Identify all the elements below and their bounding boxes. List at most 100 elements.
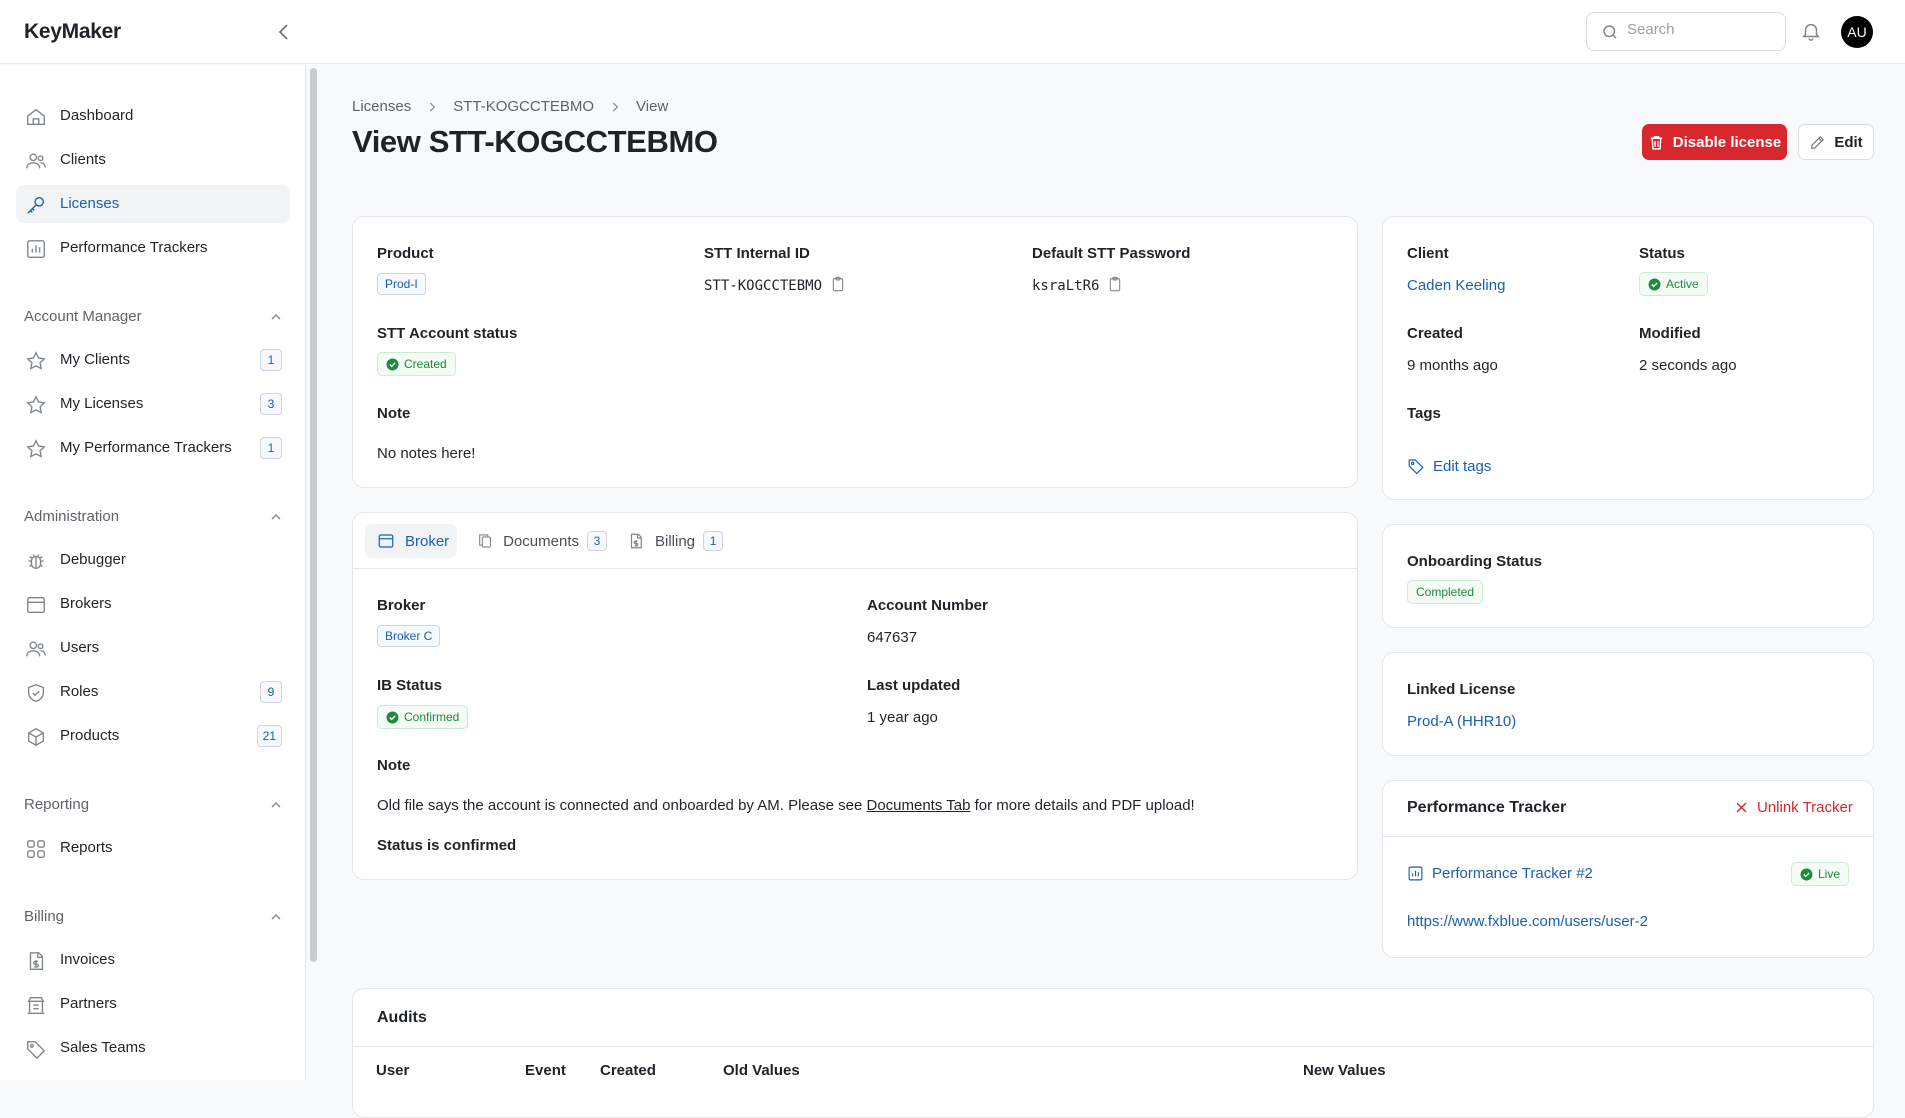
sidebar-scrollbar[interactable] bbox=[310, 68, 317, 962]
tab-documents[interactable]: Documents 3 bbox=[467, 524, 607, 558]
chevron-up-icon bbox=[271, 802, 281, 808]
count-badge: 3 bbox=[260, 393, 282, 415]
copy-icon[interactable] bbox=[1107, 275, 1123, 297]
disable-license-button[interactable]: Disable license bbox=[1642, 124, 1787, 160]
chevron-up-icon bbox=[271, 514, 281, 520]
sidebar-item-debugger[interactable]: Debugger bbox=[16, 541, 290, 579]
copy-icon[interactable] bbox=[830, 275, 846, 297]
chevron-up-icon bbox=[271, 314, 281, 320]
chevron-right-icon bbox=[608, 100, 622, 114]
sidebar-item-invoices[interactable]: Invoices bbox=[16, 941, 290, 979]
sidebar-item-performance-trackers[interactable]: Performance Trackers bbox=[16, 229, 290, 267]
users-icon bbox=[26, 153, 46, 169]
onboarding-status-badge: Completed bbox=[1407, 580, 1484, 604]
sidebar-item-partners[interactable]: Partners bbox=[16, 985, 290, 1023]
sidebar-item-clients[interactable]: Clients bbox=[16, 141, 290, 179]
tab-billing[interactable]: Billing 1 bbox=[617, 524, 727, 558]
tracker-url[interactable]: https://www.fxblue.com/users/user-2 bbox=[1407, 913, 1648, 930]
home-icon bbox=[27, 108, 45, 126]
count-badge: 3 bbox=[587, 531, 607, 551]
collapse-sidebar-button[interactable] bbox=[272, 20, 296, 44]
user-avatar[interactable]: AU bbox=[1841, 16, 1873, 48]
count-badge: 1 bbox=[260, 349, 282, 371]
edit-button[interactable]: Edit bbox=[1798, 124, 1874, 160]
ib-status-badge: Confirmed bbox=[377, 705, 469, 729]
tag-icon bbox=[27, 1040, 46, 1060]
search-input[interactable] bbox=[1627, 21, 1777, 38]
column-header-event[interactable]: Event bbox=[525, 1062, 566, 1079]
search-box[interactable] bbox=[1586, 12, 1786, 51]
section-billing[interactable]: Billing bbox=[24, 905, 284, 929]
breadcrumb-licenses[interactable]: Licenses bbox=[352, 98, 411, 115]
check-circle-icon bbox=[1648, 278, 1661, 290]
tabs-divider bbox=[353, 568, 1357, 569]
audits-card: Audits bbox=[352, 988, 1874, 1118]
client-link[interactable]: Caden Keeling bbox=[1407, 277, 1505, 294]
chart-icon bbox=[1408, 866, 1423, 881]
chevron-left-icon bbox=[278, 24, 288, 40]
account-status-badge: Created bbox=[377, 352, 456, 376]
created-value: 9 months ago bbox=[1407, 357, 1498, 374]
onboarding-card: Onboarding Status Completed bbox=[1382, 524, 1874, 628]
section-administration[interactable]: Administration bbox=[24, 505, 284, 529]
key-icon bbox=[27, 196, 45, 214]
broker-icon bbox=[27, 596, 45, 614]
linked-license-card: Linked License Prod-A (HHR10) bbox=[1382, 652, 1874, 756]
count-badge: 1 bbox=[260, 437, 282, 459]
last-updated: 1 year ago bbox=[867, 709, 938, 726]
sidebar-item-licenses[interactable]: Licenses bbox=[16, 185, 290, 223]
linked-license-link[interactable]: Prod-A (HHR10) bbox=[1407, 713, 1516, 730]
sidebar-item-reports[interactable]: Reports bbox=[16, 829, 290, 867]
sidebar: Dashboard Clients Licenses Performance T… bbox=[0, 65, 306, 1080]
account-number: 647637 bbox=[867, 629, 918, 646]
column-header-old-values[interactable]: Old Values bbox=[723, 1062, 800, 1079]
documents-tab-link[interactable]: Documents Tab bbox=[866, 797, 970, 814]
breadcrumb: Licenses STT-KOGCCTEBMO View bbox=[352, 98, 668, 115]
sidebar-item-products[interactable]: Products 21 bbox=[16, 717, 290, 755]
broker-tabs-card: Broker Documents 3 Billing 1 Broker Brok… bbox=[352, 512, 1358, 880]
internal-id-value: STT-KOGCCTEBMO bbox=[704, 277, 823, 294]
star-icon bbox=[26, 439, 46, 458]
sidebar-item-users[interactable]: Users bbox=[16, 629, 290, 667]
sidebar-item-sales-teams[interactable]: Sales Teams bbox=[16, 1029, 290, 1067]
section-reporting[interactable]: Reporting bbox=[24, 793, 284, 817]
building-icon bbox=[27, 996, 45, 1014]
star-icon bbox=[26, 395, 46, 414]
column-header-created[interactable]: Created bbox=[600, 1062, 656, 1079]
users-icon bbox=[26, 641, 46, 657]
chevron-right-icon bbox=[425, 100, 439, 114]
count-badge: 9 bbox=[260, 681, 282, 703]
breadcrumb-license-id[interactable]: STT-KOGCCTEBMO bbox=[453, 98, 594, 115]
audits-title: Audits bbox=[377, 1009, 427, 1026]
password-value: ksraLtR6 bbox=[1032, 277, 1100, 294]
count-badge: 1 bbox=[703, 531, 724, 551]
close-icon bbox=[1736, 802, 1747, 813]
audits-divider bbox=[353, 1046, 1873, 1047]
documents-icon bbox=[479, 534, 491, 548]
product-badge[interactable]: Prod-I bbox=[377, 273, 426, 295]
shield-icon bbox=[27, 684, 45, 702]
section-account-manager[interactable]: Account Manager bbox=[24, 305, 284, 329]
sidebar-item-my-clients[interactable]: My Clients 1 bbox=[16, 341, 290, 379]
invoice-icon bbox=[29, 952, 44, 970]
sidebar-item-my-performance-trackers[interactable]: My Performance Trackers 1 bbox=[16, 429, 290, 467]
tab-broker[interactable]: Broker bbox=[365, 524, 457, 558]
broker-note: Old file says the account is connected a… bbox=[377, 797, 1195, 814]
unlink-tracker-button[interactable]: Unlink Tracker bbox=[1734, 799, 1853, 816]
edit-tags-button[interactable]: Edit tags bbox=[1407, 457, 1491, 475]
box-icon bbox=[27, 727, 45, 747]
edit-icon bbox=[1811, 135, 1825, 149]
sidebar-item-my-licenses[interactable]: My Licenses 3 bbox=[16, 385, 290, 423]
sidebar-item-dashboard[interactable]: Dashboard bbox=[16, 97, 290, 135]
broker-badge[interactable]: Broker C bbox=[377, 625, 441, 647]
breadcrumb-view: View bbox=[636, 98, 669, 115]
sidebar-item-brokers[interactable]: Brokers bbox=[16, 585, 290, 623]
chevron-up-icon bbox=[271, 914, 281, 920]
column-header-user[interactable]: User bbox=[376, 1062, 409, 1079]
notifications-button[interactable] bbox=[1800, 20, 1822, 47]
column-header-new-values[interactable]: New Values bbox=[1303, 1062, 1386, 1079]
license-info-card: Product Prod-I STT Internal ID STT-KOGCC… bbox=[352, 216, 1358, 488]
page-title: View STT-KOGCCTEBMO bbox=[352, 124, 718, 159]
sidebar-item-roles[interactable]: Roles 9 bbox=[16, 673, 290, 711]
tracker-link[interactable]: Performance Tracker #2 bbox=[1407, 865, 1593, 882]
